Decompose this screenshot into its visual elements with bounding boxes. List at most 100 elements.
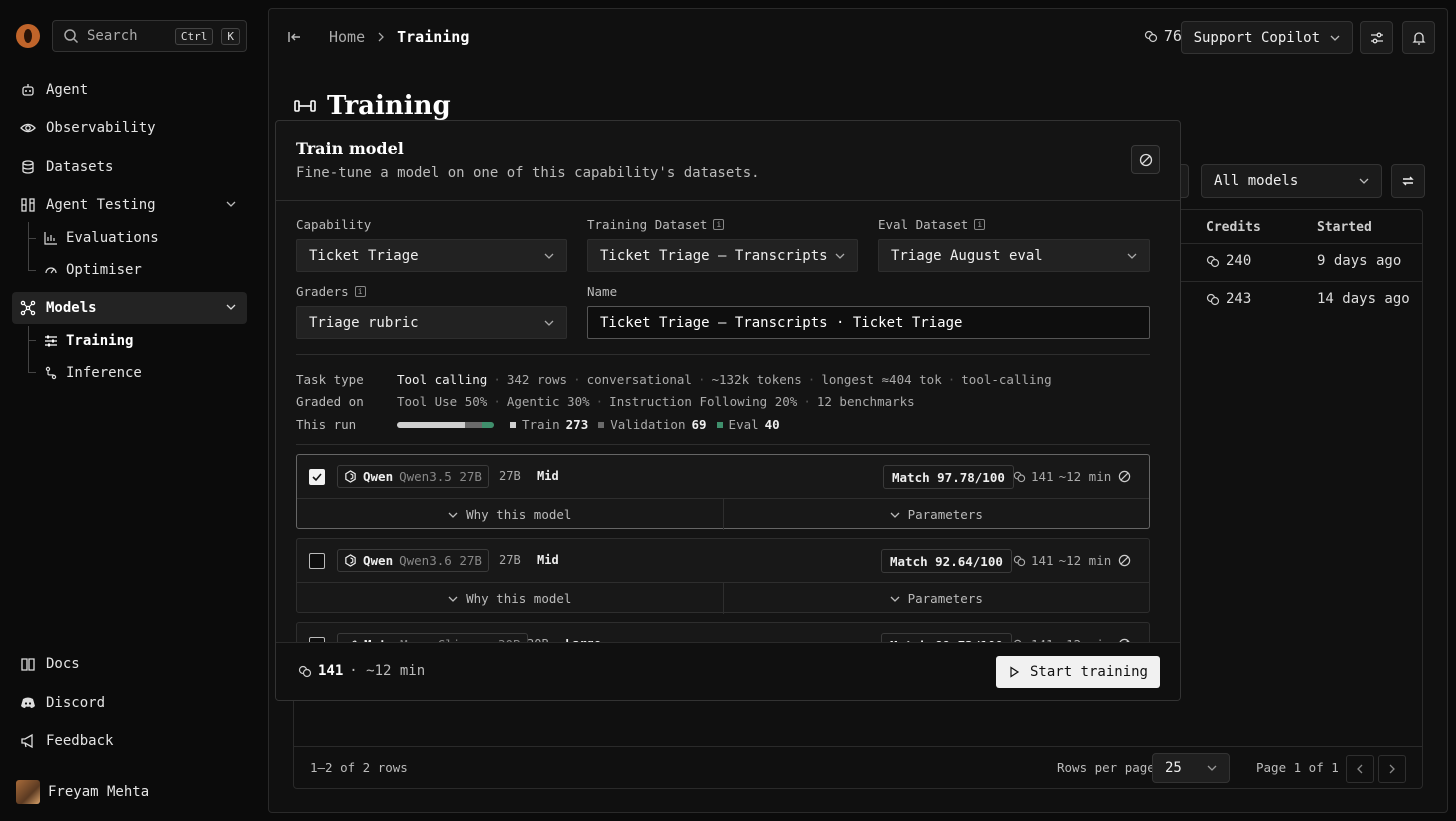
chevron-down-icon — [1127, 253, 1137, 259]
capability-label: Capability — [296, 217, 372, 232]
column-header-credits[interactable]: Credits — [1206, 220, 1261, 235]
user-menu[interactable]: Freyam Mehta — [16, 780, 149, 804]
sidebar-item-docs[interactable]: Docs — [12, 648, 247, 680]
app-logo[interactable] — [16, 24, 40, 48]
training-dataset-select[interactable]: Ticket Triage — Transcripts — [587, 239, 858, 272]
sidebar-item-discord[interactable]: Discord — [12, 687, 247, 719]
split-bar-validation — [464, 421, 483, 428]
this-run-label: This run — [296, 417, 357, 432]
breadcrumb-current: Training — [397, 28, 470, 46]
sidebar-item-evaluations[interactable]: Evaluations — [44, 226, 159, 250]
row-1-credits: 240 — [1206, 253, 1251, 269]
coins-icon — [1013, 471, 1026, 483]
sidebar-item-label: Models — [46, 300, 97, 316]
next-page-button[interactable] — [1378, 755, 1406, 783]
breadcrumb-home[interactable]: Home — [329, 28, 365, 46]
column-header-started[interactable]: Started — [1317, 220, 1372, 235]
tree-branch — [28, 270, 36, 271]
dumbbell-icon — [294, 100, 316, 112]
chevron-down-icon — [1330, 35, 1340, 41]
model-filter-value: All models — [1214, 173, 1299, 189]
gauge-icon — [45, 267, 57, 274]
model-tier: Mid — [537, 469, 559, 483]
graders-select[interactable]: Triage rubric — [296, 306, 567, 339]
chevron-down-icon — [835, 253, 845, 259]
model-card[interactable]: Qwen Qwen3.6 27B 27B Mid Match 92.64/100… — [296, 538, 1150, 614]
rows-per-page-select[interactable]: 25 — [1152, 753, 1230, 783]
coins-icon — [1206, 255, 1220, 268]
why-this-model-toggle[interactable]: Why this model — [297, 583, 724, 614]
row-2-started: 14 days ago — [1317, 291, 1410, 307]
model-card[interactable]: Qwen Qwen3.5 27B 27B Mid Match 97.78/100… — [296, 454, 1150, 530]
row-2-credits: 243 — [1206, 291, 1251, 307]
refresh-button[interactable] — [1391, 164, 1425, 198]
start-training-button[interactable]: Start training — [995, 656, 1160, 688]
match-score: Match 97.78/100 — [883, 465, 1014, 489]
sidebar-item-datasets[interactable]: Datasets — [12, 151, 247, 183]
model-checkbox[interactable] — [309, 553, 325, 569]
sidebar-item-observability[interactable]: Observability — [12, 112, 247, 144]
rows-per-page-value: 25 — [1165, 760, 1182, 776]
name-input[interactable]: Ticket Triage — Transcripts · Ticket Tri… — [587, 306, 1150, 339]
train-model-dialog: Train model Fine-tune a model on one of … — [275, 120, 1181, 701]
sidebar-item-models[interactable]: Models — [12, 292, 247, 324]
sidebar-item-agent-testing[interactable]: Agent Testing — [12, 189, 247, 221]
total-credits: 141 — [318, 663, 344, 679]
flask-icon — [21, 198, 35, 212]
model-cost: 141~12 min — [1013, 469, 1111, 484]
chevron-down-icon — [1359, 178, 1369, 184]
eval-dataset-select[interactable]: Triage August eval — [878, 239, 1150, 272]
search-placeholder: Search — [87, 28, 138, 44]
sidebar-item-inference[interactable]: Inference — [44, 361, 142, 385]
app-root: Search Ctrl K Agent Observability Datase… — [0, 0, 1456, 821]
split-bar-train — [397, 421, 465, 428]
sidebar-item-optimiser[interactable]: Optimiser — [44, 258, 142, 282]
collapse-sidebar-icon[interactable] — [287, 29, 303, 45]
tree-branch — [28, 372, 36, 373]
parameters-toggle[interactable]: Parameters — [724, 583, 1150, 614]
sliders-icon — [45, 335, 57, 347]
previous-page-button[interactable] — [1346, 755, 1374, 783]
sidebar-item-label: Training — [66, 333, 134, 349]
info-icon[interactable]: i — [974, 219, 986, 230]
play-icon — [1010, 666, 1020, 678]
chevron-down-icon — [544, 253, 554, 259]
eval-swatch — [716, 421, 723, 428]
close-icon — [1139, 153, 1152, 166]
database-icon — [22, 160, 34, 174]
sidebar-item-label: Inference — [66, 365, 142, 381]
search-box[interactable]: Search Ctrl K — [52, 20, 247, 52]
model-tier: Mid — [537, 553, 559, 567]
graded-on-summary: Tool Use 50% · Agentic 30% · Instruction F… — [397, 394, 915, 409]
train-swatch — [510, 421, 516, 428]
why-this-model-toggle[interactable]: Why this model — [297, 499, 724, 530]
sidebar-item-feedback[interactable]: Feedback — [12, 725, 247, 757]
close-button[interactable] — [1131, 145, 1160, 174]
ban-icon[interactable] — [1118, 470, 1131, 483]
model-filter[interactable]: All models — [1201, 164, 1382, 198]
chevron-down-icon — [890, 512, 900, 518]
info-icon[interactable]: i — [713, 219, 725, 230]
divider — [296, 354, 1150, 355]
model-checkbox[interactable] — [309, 469, 325, 485]
sidebar-item-agent[interactable]: Agent — [12, 74, 247, 106]
copilot-selector[interactable]: Support Copilot — [1180, 21, 1353, 54]
name-value: Ticket Triage — Transcripts · Ticket Tri… — [600, 314, 963, 331]
coins-icon — [298, 665, 312, 678]
divider — [296, 444, 1150, 445]
capability-value: Ticket Triage — [309, 247, 419, 264]
parameters-toggle[interactable]: Parameters — [724, 499, 1150, 530]
capability-select[interactable]: Ticket Triage — [296, 239, 567, 272]
sidebar-item-training[interactable]: Training — [44, 329, 133, 353]
ban-icon[interactable] — [1118, 554, 1131, 567]
user-name: Freyam Mehta — [48, 784, 150, 800]
graders-label: Graders i — [296, 284, 366, 299]
settings-button[interactable] — [1360, 21, 1393, 54]
validation-swatch — [598, 421, 605, 428]
chevron-right-icon — [1389, 764, 1395, 774]
chevron-down-icon — [226, 304, 236, 310]
total-time: · ~12 min — [349, 663, 426, 679]
notifications-button[interactable] — [1402, 21, 1435, 54]
info-icon[interactable]: i — [354, 286, 366, 297]
chevron-left-icon — [1357, 764, 1363, 774]
